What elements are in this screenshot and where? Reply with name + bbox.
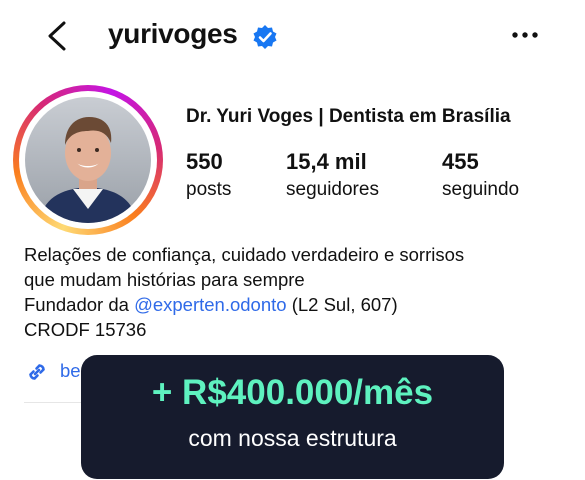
promo-headline: + R$400.000/mês <box>151 373 434 412</box>
following-label[interactable]: seguindo <box>442 179 519 201</box>
link-icon <box>29 364 45 380</box>
avatar <box>25 97 151 223</box>
chevron-left-icon <box>48 21 66 51</box>
more-horizontal-icon <box>512 32 538 38</box>
bio-line: CRODF 15736 <box>24 319 147 340</box>
promo-subtext: com nossa estrutura <box>188 425 397 451</box>
avatar-frame <box>19 91 157 229</box>
followers-label[interactable]: seguidores <box>286 179 379 201</box>
profile-link-text[interactable]: be <box>60 360 81 382</box>
bio-line: Relações de confiança, cuidado verdadeir… <box>24 244 465 265</box>
verified-badge-icon <box>253 25 277 49</box>
bio-text: Fundador da <box>24 294 135 315</box>
more-options-button[interactable] <box>510 22 544 48</box>
profile-header: yurivoges <box>0 0 585 76</box>
profile-bio: Relações de confiança, cuidado verdadeir… <box>24 242 564 342</box>
bio-text: (L2 Sul, 607) <box>286 294 398 315</box>
posts-count[interactable]: 550 <box>186 149 223 175</box>
followers-count[interactable]: 15,4 mil <box>286 149 367 175</box>
bio-line: Fundador da @experten.odonto (L2 Sul, 60… <box>24 292 564 317</box>
bio-line: que mudam histórias para sempre <box>24 269 305 290</box>
posts-label[interactable]: posts <box>186 179 231 201</box>
profile-username: yurivoges <box>108 18 238 49</box>
profile-display-name: Dr. Yuri Voges | Dentista em Brasília <box>186 106 511 127</box>
promo-banner: + R$400.000/mês com nossa estrutura <box>81 355 504 479</box>
following-count[interactable]: 455 <box>442 149 479 175</box>
mention-link[interactable]: @experten.odonto <box>134 294 287 315</box>
story-ring[interactable] <box>13 85 163 235</box>
back-button[interactable] <box>44 20 70 52</box>
